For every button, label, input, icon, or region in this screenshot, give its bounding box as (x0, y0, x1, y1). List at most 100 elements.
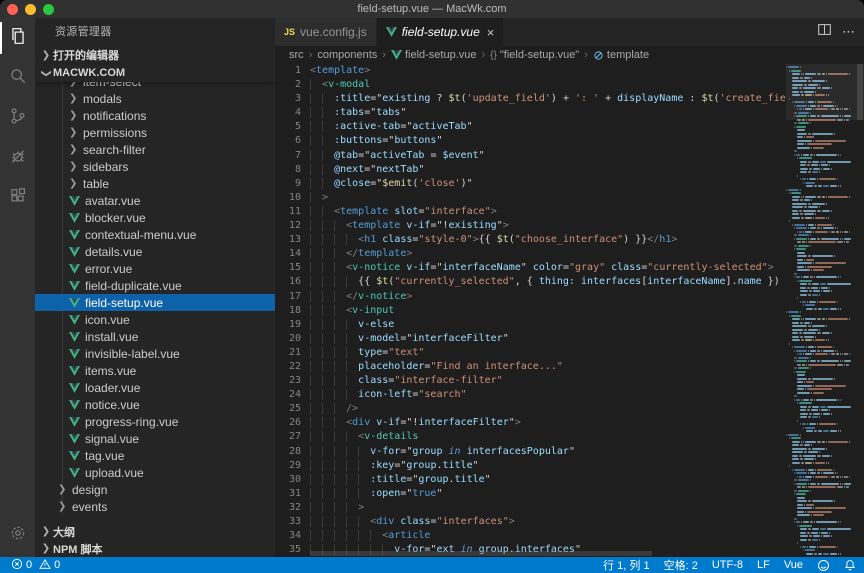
code-line[interactable]: 21 type="text" (275, 346, 786, 360)
code-line[interactable]: 8 @next="nextTab" (275, 163, 786, 177)
tree-item-sidebars[interactable]: ❯sidebars (35, 158, 275, 175)
breadcrumb-item-template[interactable]: template (593, 49, 649, 61)
code-line[interactable]: 27 <v-details (275, 430, 786, 444)
status-item[interactable]: Vue (784, 559, 803, 571)
close-window-button[interactable] (7, 4, 18, 15)
code-line[interactable]: 15 <v-notice v-if="interfaceName" color=… (275, 261, 786, 275)
open-editors-section[interactable]: ❯ 打开的编辑器 (35, 46, 275, 64)
tree-item-error.vue[interactable]: error.vue (35, 260, 275, 277)
tree-item-design[interactable]: ❯design (35, 481, 275, 498)
code-line[interactable]: 25 /> (275, 402, 786, 416)
minimap[interactable] (786, 64, 856, 557)
npm-scripts-section[interactable]: ❯ NPM 脚本 (35, 540, 275, 557)
code-line[interactable]: 22 placeholder="Find an interface..." (275, 360, 786, 374)
problems-indicator[interactable]: 0 0 (8, 558, 63, 573)
tab-field-setup.vue[interactable]: field-setup.vue× (377, 18, 504, 46)
code-line[interactable]: 17 </v-notice> (275, 290, 786, 304)
tree-item-details.vue[interactable]: details.vue (35, 243, 275, 260)
breadcrumb-item-src[interactable]: src (289, 49, 304, 61)
extensions-tab-icon[interactable] (0, 178, 35, 218)
tree-item-avatar.vue[interactable]: avatar.vue (35, 192, 275, 209)
tree-item-item-select[interactable]: ❯item-select (35, 82, 275, 90)
code-line[interactable]: 14 </template> (275, 247, 786, 261)
search-tab-icon[interactable] (0, 58, 35, 98)
outline-section[interactable]: ❯ 大纲 (35, 523, 275, 540)
tree-item-notice.vue[interactable]: notice.vue (35, 396, 275, 413)
explorer-tab-icon[interactable] (0, 18, 35, 58)
feedback-smiley-icon[interactable] (817, 559, 830, 572)
code-line[interactable]: 18 <v-input (275, 304, 786, 318)
workspace-root-section[interactable]: ❯ MACWK.COM (35, 64, 275, 82)
code-line[interactable]: 9 @close="$emit('close')" (275, 177, 786, 191)
code-line[interactable]: 1<template> (275, 64, 786, 78)
title-bar[interactable]: field-setup.vue — MacWk.com (0, 0, 864, 18)
tree-item-field-duplicate.vue[interactable]: field-duplicate.vue (35, 277, 275, 294)
tree-item-items.vue[interactable]: items.vue (35, 362, 275, 379)
code-line[interactable]: 20 v-model="interfaceFilter" (275, 332, 786, 346)
code-line[interactable]: 3 :title="existing ? $t('update_field') … (275, 92, 786, 106)
code-line[interactable]: 10 > (275, 191, 786, 205)
tree-item-notifications[interactable]: ❯notifications (35, 107, 275, 124)
code-line[interactable]: 12 <template v-if="!existing"> (275, 219, 786, 233)
code-line[interactable]: 7 @tab="activeTab = $event" (275, 149, 786, 163)
zoom-window-button[interactable] (43, 4, 54, 15)
code-text: v-model="interfaceFilter" (310, 332, 786, 346)
notifications-bell-icon[interactable] (844, 559, 856, 571)
tree-item-install.vue[interactable]: install.vue (35, 328, 275, 345)
code-editor[interactable]: 1<template>2 <v-modal3 :title="existing … (275, 64, 864, 557)
minimize-window-button[interactable] (25, 4, 36, 15)
tree-item-icon.vue[interactable]: icon.vue (35, 311, 275, 328)
status-item[interactable]: 空格: 2 (664, 557, 698, 573)
tree-item-blocker.vue[interactable]: blocker.vue (35, 209, 275, 226)
code-line[interactable]: 5 :active-tab="activeTab" (275, 120, 786, 134)
tab-vue.config.js[interactable]: JSvue.config.js (275, 18, 376, 46)
line-number: 4 (275, 106, 301, 120)
tree-item-search-filter[interactable]: ❯search-filter (35, 141, 275, 158)
breadcrumb-item-field-setupvue[interactable]: field-setup.vue (391, 49, 477, 61)
code-line[interactable]: 26 <div v-if="!interfaceFilter"> (275, 416, 786, 430)
code-lines[interactable]: 1<template>2 <v-modal3 :title="existing … (275, 64, 786, 557)
tree-item-signal.vue[interactable]: signal.vue (35, 430, 275, 447)
tree-item-tag.vue[interactable]: tag.vue (35, 447, 275, 464)
status-item[interactable]: UTF-8 (712, 559, 743, 571)
code-line[interactable]: 13 <h1 class="style-0">{{ $t("choose_int… (275, 233, 786, 247)
source-control-tab-icon[interactable] (0, 98, 35, 138)
code-line[interactable]: 11 <template slot="interface"> (275, 205, 786, 219)
code-text: v-for="group in interfacesPopular" (310, 445, 786, 459)
breadcrumb-item-field-setupvue[interactable]: {}"field-setup.vue" (490, 49, 579, 61)
code-line[interactable]: 31 :open="true" (275, 487, 786, 501)
tree-item-progress-ring.vue[interactable]: progress-ring.vue (35, 413, 275, 430)
more-actions-icon[interactable]: ⋯ (842, 24, 856, 40)
code-line[interactable]: 33 <div class="interfaces"> (275, 515, 786, 529)
tree-item-events[interactable]: ❯events (35, 498, 275, 515)
code-line[interactable]: 34 <article (275, 529, 786, 543)
debug-tab-icon[interactable] (0, 138, 35, 178)
breadcrumb-item-components[interactable]: components (317, 49, 377, 61)
code-line[interactable]: 2 <v-modal (275, 78, 786, 92)
tree-item-table[interactable]: ❯table (35, 175, 275, 192)
settings-button[interactable] (0, 515, 35, 555)
split-editor-icon[interactable] (817, 22, 832, 42)
tree-item-contextual-menu.vue[interactable]: contextual-menu.vue (35, 226, 275, 243)
code-line[interactable]: 16 {{ $t("currently_selected", { thing: … (275, 275, 786, 289)
tree-item-permissions[interactable]: ❯permissions (35, 124, 275, 141)
tree-item-field-setup.vue[interactable]: field-setup.vue (35, 294, 275, 311)
tree-item-modals[interactable]: ❯modals (35, 90, 275, 107)
tree-item-loader.vue[interactable]: loader.vue (35, 379, 275, 396)
code-line[interactable]: 19 v-else (275, 318, 786, 332)
close-icon[interactable]: × (487, 26, 495, 39)
status-item[interactable]: LF (757, 559, 770, 571)
horizontal-scrollbar[interactable] (310, 551, 652, 556)
vertical-scrollbar[interactable] (856, 64, 864, 557)
status-item[interactable]: 行 1, 列 1 (603, 557, 649, 573)
code-line[interactable]: 23 class="interface-filter" (275, 374, 786, 388)
code-line[interactable]: 24 icon-left="search" (275, 388, 786, 402)
code-line[interactable]: 32 > (275, 501, 786, 515)
tree-item-upload.vue[interactable]: upload.vue (35, 464, 275, 481)
code-line[interactable]: 4 :tabs="tabs" (275, 106, 786, 120)
code-line[interactable]: 6 :buttons="buttons" (275, 134, 786, 148)
code-line[interactable]: 30 :title="group.title" (275, 473, 786, 487)
code-line[interactable]: 28 v-for="group in interfacesPopular" (275, 445, 786, 459)
tree-item-invisible-label.vue[interactable]: invisible-label.vue (35, 345, 275, 362)
code-line[interactable]: 29 :key="group.title" (275, 459, 786, 473)
